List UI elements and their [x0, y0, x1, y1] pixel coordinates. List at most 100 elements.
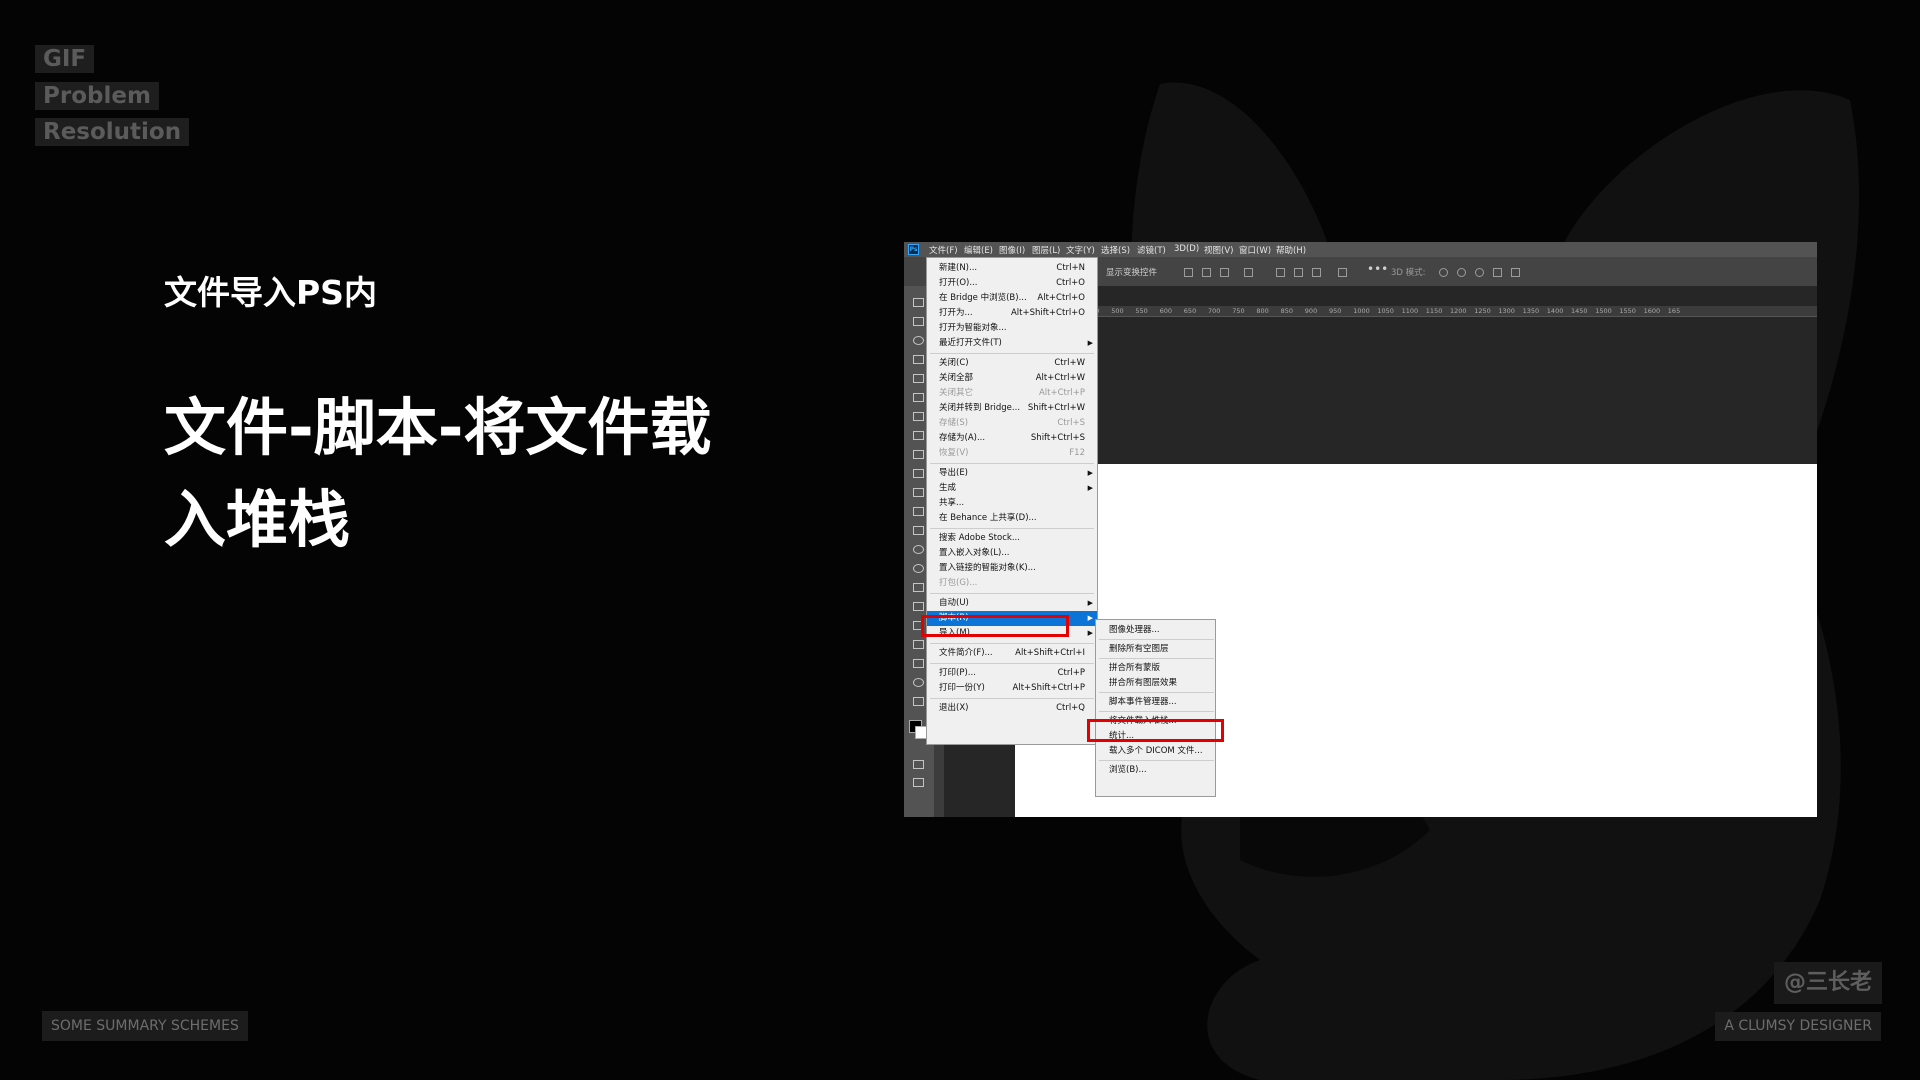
menu-item-shortcut: F12: [1069, 448, 1085, 458]
ruler-tick-label: 1550: [1619, 307, 1636, 315]
marquee-tool-icon[interactable]: [913, 317, 924, 326]
align-center-icon[interactable]: [1202, 268, 1211, 277]
file-menu-item[interactable]: 关闭(C) Ctrl+W: [927, 356, 1097, 371]
quick-mask-icon[interactable]: [913, 760, 924, 769]
eraser-tool-icon[interactable]: [913, 507, 924, 516]
file-menu-item[interactable]: 文件简介(F)... Alt+Shift+Ctrl+I: [927, 646, 1097, 661]
eyedropper-tool-icon[interactable]: [913, 412, 924, 421]
distribute-vertical-icon[interactable]: [1338, 268, 1347, 277]
menu-filter[interactable]: 滤镜(T): [1137, 244, 1166, 256]
file-menu-item[interactable]: 恢复(V) F12: [927, 446, 1097, 461]
file-menu-item[interactable]: 关闭其它 Alt+Ctrl+P: [927, 386, 1097, 401]
file-menu-item[interactable]: 退出(X) Ctrl+Q: [927, 701, 1097, 716]
zoom-tool-icon[interactable]: [913, 678, 924, 687]
file-menu-item[interactable]: 打包(G)...: [927, 576, 1097, 591]
align-middle-icon[interactable]: [1294, 268, 1303, 277]
frame-tool-icon[interactable]: [913, 393, 924, 402]
file-menu-item[interactable]: 导出(E) ▶: [927, 466, 1097, 481]
file-menu-item[interactable]: 关闭并转到 Bridge... Shift+Ctrl+W: [927, 401, 1097, 416]
align-top-icon[interactable]: [1276, 268, 1285, 277]
scripts-submenu-item[interactable]: 拼合所有图层效果: [1096, 676, 1215, 691]
menu-type[interactable]: 文字(Y): [1066, 244, 1095, 256]
file-menu-item[interactable]: 打开(O)... Ctrl+O: [927, 276, 1097, 291]
menu-image[interactable]: 图像(I): [999, 244, 1025, 256]
menu-separator: [930, 593, 1094, 594]
menu-item-label: 打包(G)...: [939, 578, 978, 588]
menu-item-label: 打开(O)...: [939, 278, 978, 288]
lasso-tool-icon[interactable]: [913, 336, 924, 345]
pan-3d-icon[interactable]: [1475, 268, 1484, 277]
scale-3d-icon[interactable]: [1511, 268, 1520, 277]
magic-wand-tool-icon[interactable]: [913, 355, 924, 364]
menu-layer[interactable]: 图层(L): [1032, 244, 1060, 256]
screen-mode-icon[interactable]: [913, 778, 924, 787]
menu-separator: [930, 698, 1094, 699]
ruler-tick-label: 1350: [1522, 307, 1540, 315]
file-menu-item[interactable]: 在 Behance 上共享(D)...: [927, 511, 1097, 526]
scripts-submenu-item[interactable]: 拼合所有蒙版: [1096, 661, 1215, 676]
healing-brush-tool-icon[interactable]: [913, 431, 924, 440]
menu-item-label: 自动(U): [939, 598, 969, 608]
file-menu-item[interactable]: 存储(S) Ctrl+S: [927, 416, 1097, 431]
dodge-tool-icon[interactable]: [913, 564, 924, 573]
menu-separator: [930, 353, 1094, 354]
menu-item-label: 打开为...: [939, 308, 973, 318]
show-transform-controls-label[interactable]: 显示变换控件: [1106, 266, 1157, 278]
file-menu-item[interactable]: 新建(N)... Ctrl+N: [927, 261, 1097, 276]
file-menu-item[interactable]: 置入嵌入对象(L)...: [927, 546, 1097, 561]
brush-tool-icon[interactable]: [913, 450, 924, 459]
align-right-icon[interactable]: [1220, 268, 1229, 277]
menu-help[interactable]: 帮助(H): [1276, 244, 1306, 256]
roll-3d-icon[interactable]: [1457, 268, 1466, 277]
footer-left-label: SOME SUMMARY SCHEMES: [42, 1011, 248, 1041]
file-menu-item[interactable]: 打开为... Alt+Shift+Ctrl+O: [927, 306, 1097, 321]
file-menu-item[interactable]: 自动(U) ▶: [927, 596, 1097, 611]
menu-window[interactable]: 窗口(W): [1239, 244, 1271, 256]
file-menu-item[interactable]: 搜索 Adobe Stock...: [927, 531, 1097, 546]
file-menu-item[interactable]: 打印一份(Y) Alt+Shift+Ctrl+P: [927, 681, 1097, 696]
tag-problem: Problem: [35, 82, 159, 110]
menu-view[interactable]: 视图(V): [1204, 244, 1233, 256]
move-tool-icon[interactable]: [913, 298, 924, 307]
file-menu-item[interactable]: 共享...: [927, 496, 1097, 511]
rectangle-tool-icon[interactable]: [913, 640, 924, 649]
orbit-3d-icon[interactable]: [1439, 268, 1448, 277]
stamp-tool-icon[interactable]: [913, 469, 924, 478]
hand-tool-icon[interactable]: [913, 659, 924, 668]
file-menu-item[interactable]: 存储为(A)... Shift+Ctrl+S: [927, 431, 1097, 446]
scripts-submenu-item[interactable]: 载入多个 DICOM 文件...: [1096, 744, 1215, 759]
type-tool-icon[interactable]: [913, 602, 924, 611]
crop-tool-icon[interactable]: [913, 374, 924, 383]
menu-item-label: 拼合所有图层效果: [1109, 678, 1178, 688]
ruler-tick-label: 1200: [1450, 307, 1467, 315]
distribute-icon[interactable]: [1244, 268, 1253, 277]
align-left-icon[interactable]: [1184, 268, 1193, 277]
ruler-tick-label: 1150: [1425, 307, 1443, 315]
slide-3d-icon[interactable]: [1493, 268, 1502, 277]
more-options-icon[interactable]: •••: [1367, 262, 1388, 276]
file-menu-item[interactable]: 关闭全部 Alt+Ctrl+W: [927, 371, 1097, 386]
align-bottom-icon[interactable]: [1312, 268, 1321, 277]
tag-gif: GIF: [35, 45, 95, 73]
file-menu-item[interactable]: 打印(P)... Ctrl+P: [927, 666, 1097, 681]
pen-tool-icon[interactable]: [913, 583, 924, 592]
scripts-submenu-item[interactable]: 删除所有空图层: [1096, 642, 1215, 657]
file-menu-item[interactable]: 在 Bridge 中浏览(B)... Alt+Ctrl+O: [927, 291, 1097, 306]
file-menu-item[interactable]: 打开为智能对象...: [927, 321, 1097, 336]
menu-select[interactable]: 选择(S): [1101, 244, 1130, 256]
menu-edit[interactable]: 编辑(E): [964, 244, 993, 256]
history-brush-tool-icon[interactable]: [913, 488, 924, 497]
menu-file[interactable]: 文件(F): [929, 244, 958, 256]
edit-toolbar-icon[interactable]: [913, 697, 924, 706]
ruler-tick-label: 1250: [1474, 307, 1491, 315]
gradient-tool-icon[interactable]: [913, 526, 924, 535]
menu-item-label: 置入链接的智能对象(K)...: [939, 563, 1036, 573]
file-menu-item[interactable]: 置入链接的智能对象(K)...: [927, 561, 1097, 576]
scripts-submenu-item[interactable]: 图像处理器...: [1096, 623, 1215, 638]
menu-3d[interactable]: 3D(D): [1174, 244, 1199, 254]
blur-tool-icon[interactable]: [913, 545, 924, 554]
scripts-submenu-item[interactable]: 浏览(B)...: [1096, 763, 1215, 778]
scripts-submenu-item[interactable]: 脚本事件管理器...: [1096, 695, 1215, 710]
file-menu-item[interactable]: 生成 ▶: [927, 481, 1097, 496]
file-menu-item[interactable]: 最近打开文件(T) ▶: [927, 336, 1097, 351]
